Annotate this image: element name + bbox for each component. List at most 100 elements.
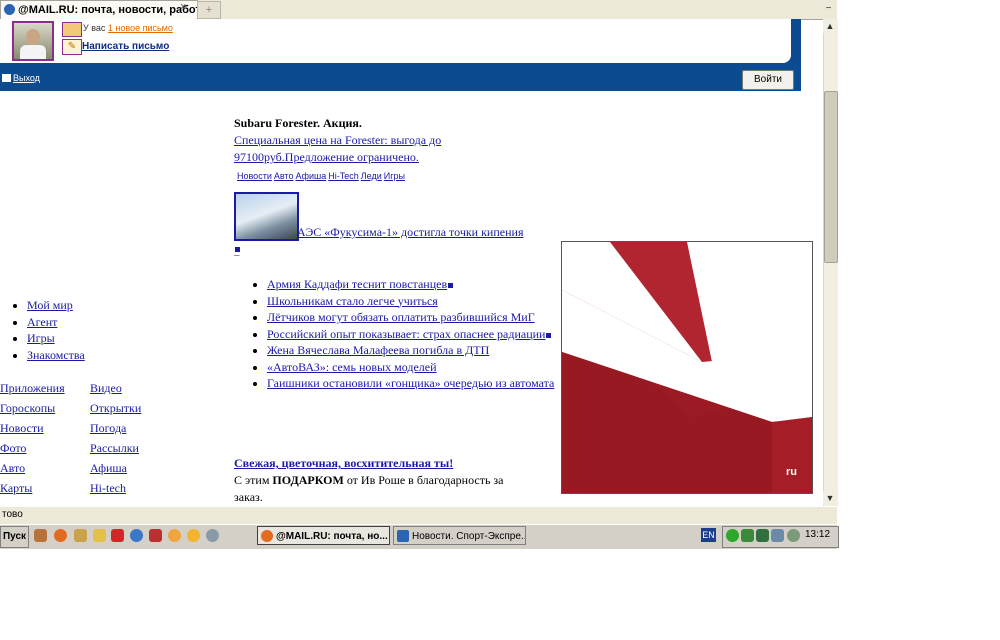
- video-marker-icon: [448, 283, 454, 288]
- service-hitech-link[interactable]: Hi-tech: [90, 481, 126, 496]
- list-item: Жена Вячеслава Малафеева погибла в ДТП: [267, 342, 559, 359]
- my-world-link[interactable]: Мой мир: [27, 298, 73, 312]
- news-link[interactable]: Гаишники остановили «гонщика» очередью и…: [267, 376, 554, 390]
- tray-monitor-icon[interactable]: [771, 529, 784, 542]
- fresh-text-bold: ПОДАРКОМ: [272, 473, 344, 487]
- dating-link[interactable]: Знакомства: [27, 348, 85, 362]
- service-postcards-link[interactable]: Открытки: [90, 401, 141, 416]
- news-list: Армия Каддафи теснит повстанцев Школьник…: [253, 276, 559, 392]
- quick-launch-tool-icon[interactable]: [74, 529, 87, 542]
- promo-link[interactable]: Специальная цена на Forester: выгода до …: [234, 132, 474, 166]
- headline-link[interactable]: АЭС «Фукусима-1» достигла точки кипения: [297, 225, 523, 240]
- avatar[interactable]: [12, 21, 54, 61]
- quick-launch-k-icon[interactable]: [149, 529, 162, 542]
- logout-arrow-icon: [2, 74, 11, 82]
- list-item: Агент: [27, 314, 85, 331]
- start-button[interactable]: Пуск: [0, 526, 29, 548]
- news-thumbnail-image[interactable]: [234, 192, 299, 241]
- list-item: Игры: [27, 330, 85, 347]
- ad-banner[interactable]: [561, 241, 813, 494]
- news-link[interactable]: Армия Каддафи теснит повстанцев: [267, 277, 447, 291]
- headline-dash: _: [234, 245, 240, 257]
- list-item: Армия Каддафи теснит повстанцев: [267, 276, 559, 293]
- firefox-icon[interactable]: [54, 529, 67, 542]
- mini-nav-auto[interactable]: Авто: [274, 171, 294, 181]
- tray-green-icon[interactable]: [726, 529, 739, 542]
- tab-mail-ru[interactable]: @MAIL.RU: почта, новости, работа, ...: [0, 0, 198, 19]
- mini-nav-news[interactable]: Новости: [237, 171, 272, 181]
- mail-panel-inner: ✎ У вас 1 новое письмо Написать письмо: [0, 19, 791, 63]
- social-list: Мой мир Агент Игры Знакомства: [13, 297, 85, 364]
- news-link[interactable]: Российский опыт показывает: страх опасне…: [267, 327, 545, 341]
- news-link[interactable]: Школьникам стало легче учиться: [267, 294, 438, 308]
- list-item: Знакомства: [27, 347, 85, 364]
- tray-network-icon[interactable]: [741, 529, 754, 542]
- mini-nav: Новости Авто Афиша Hi-Tech Леди Игры: [237, 171, 407, 181]
- ad-logo-suffix: ru: [786, 466, 797, 478]
- clock: 13:12: [805, 529, 831, 540]
- quick-launch-folder-icon[interactable]: [93, 529, 106, 542]
- internet-explorer-icon[interactable]: [130, 529, 143, 542]
- write-letter-link[interactable]: Написать письмо: [82, 41, 169, 52]
- mini-nav-lady[interactable]: Леди: [361, 171, 382, 181]
- scroll-down-arrow-icon[interactable]: ▼: [823, 491, 837, 505]
- tray-shield-icon[interactable]: [756, 529, 769, 542]
- list-item: Гаишники остановили «гонщика» очередью и…: [267, 375, 559, 392]
- service-photo-link[interactable]: Фото: [0, 441, 26, 456]
- headline-text: АЭС «Фукусима-1» достигла точки кипения: [297, 225, 524, 239]
- mail-prefix: У вас: [83, 23, 106, 33]
- mail-panel: ✎ У вас 1 новое письмо Написать письмо В…: [0, 19, 801, 91]
- service-weather-link[interactable]: Погода: [90, 421, 126, 436]
- mini-nav-afisha[interactable]: Афиша: [295, 171, 326, 181]
- news-link[interactable]: Жена Вячеслава Малафеева погибла в ДТП: [267, 343, 489, 357]
- task-label: Новости. Спорт-Экспре...: [412, 531, 526, 542]
- service-afisha-link[interactable]: Афиша: [90, 461, 127, 476]
- login-button[interactable]: Войти: [742, 70, 794, 90]
- tab-close-icon[interactable]: ×: [180, 1, 186, 13]
- fresh-promo-title-link[interactable]: Свежая, цветочная, восхитительная ты!: [234, 456, 453, 471]
- new-mail-link[interactable]: 1 новое письмо: [108, 23, 173, 33]
- quick-launch-grid-icon[interactable]: [34, 529, 47, 542]
- service-horoscopes-link[interactable]: Гороскопы: [0, 401, 55, 416]
- browser-window-icon: [397, 530, 409, 542]
- task-label: @MAIL.RU: почта, но...: [276, 531, 388, 542]
- list-item: Школьникам стало легче учиться: [267, 293, 559, 310]
- taskbar-item-mail-ru[interactable]: @MAIL.RU: почта, но...: [257, 526, 390, 545]
- ad-banner-graphic: [562, 242, 812, 493]
- tray-update-icon[interactable]: [787, 529, 800, 542]
- taskbar-item-sport-express[interactable]: Новости. Спорт-Экспре...: [393, 526, 526, 545]
- mini-nav-games[interactable]: Игры: [384, 171, 405, 181]
- logout-link[interactable]: Выход: [2, 73, 40, 83]
- news-link[interactable]: Лётчиков могут обязать оплатить разбивши…: [267, 310, 535, 324]
- service-mailings-link[interactable]: Рассылки: [90, 441, 139, 456]
- scrollbar-thumb[interactable]: [824, 91, 838, 263]
- mail-agent-icon[interactable]: [168, 529, 181, 542]
- news-link[interactable]: «АвтоВАЗ»: семь новых моделей: [267, 360, 437, 374]
- list-item: Лётчиков могут обязать оплатить разбивши…: [267, 309, 559, 326]
- tab-list-menu-icon[interactable]: −: [820, 0, 837, 18]
- new-tab-button[interactable]: +: [197, 1, 221, 19]
- service-auto-link[interactable]: Авто: [0, 461, 25, 476]
- tab-title: @MAIL.RU: почта, новости, работа, ...: [18, 4, 197, 16]
- status-text: тово: [2, 509, 23, 520]
- promo-title: Subaru Forester. Акция.: [234, 116, 362, 130]
- service-video-link[interactable]: Видео: [90, 381, 122, 396]
- language-indicator[interactable]: EN: [701, 528, 716, 542]
- firefox-icon: [261, 530, 273, 542]
- mini-nav-hitech[interactable]: Hi-Tech: [328, 171, 359, 181]
- pencil-icon[interactable]: ✎: [62, 39, 82, 55]
- agent-link[interactable]: Агент: [27, 315, 57, 329]
- service-maps-link[interactable]: Карты: [0, 481, 32, 496]
- games-link[interactable]: Игры: [27, 331, 55, 345]
- icq-icon[interactable]: [187, 529, 200, 542]
- service-news-link[interactable]: Новости: [0, 421, 44, 436]
- status-bar: тово: [0, 506, 837, 524]
- envelope-icon[interactable]: [62, 22, 82, 37]
- service-apps-link[interactable]: Приложения: [0, 381, 65, 396]
- quick-launch-red-icon[interactable]: [111, 529, 124, 542]
- logout-label: Выход: [13, 73, 40, 83]
- scroll-up-arrow-icon[interactable]: ▲: [823, 19, 837, 33]
- new-mail-info: У вас 1 новое письмо: [83, 23, 173, 33]
- list-item: «АвтоВАЗ»: семь новых моделей: [267, 359, 559, 376]
- quick-launch-globe-icon[interactable]: [206, 529, 219, 542]
